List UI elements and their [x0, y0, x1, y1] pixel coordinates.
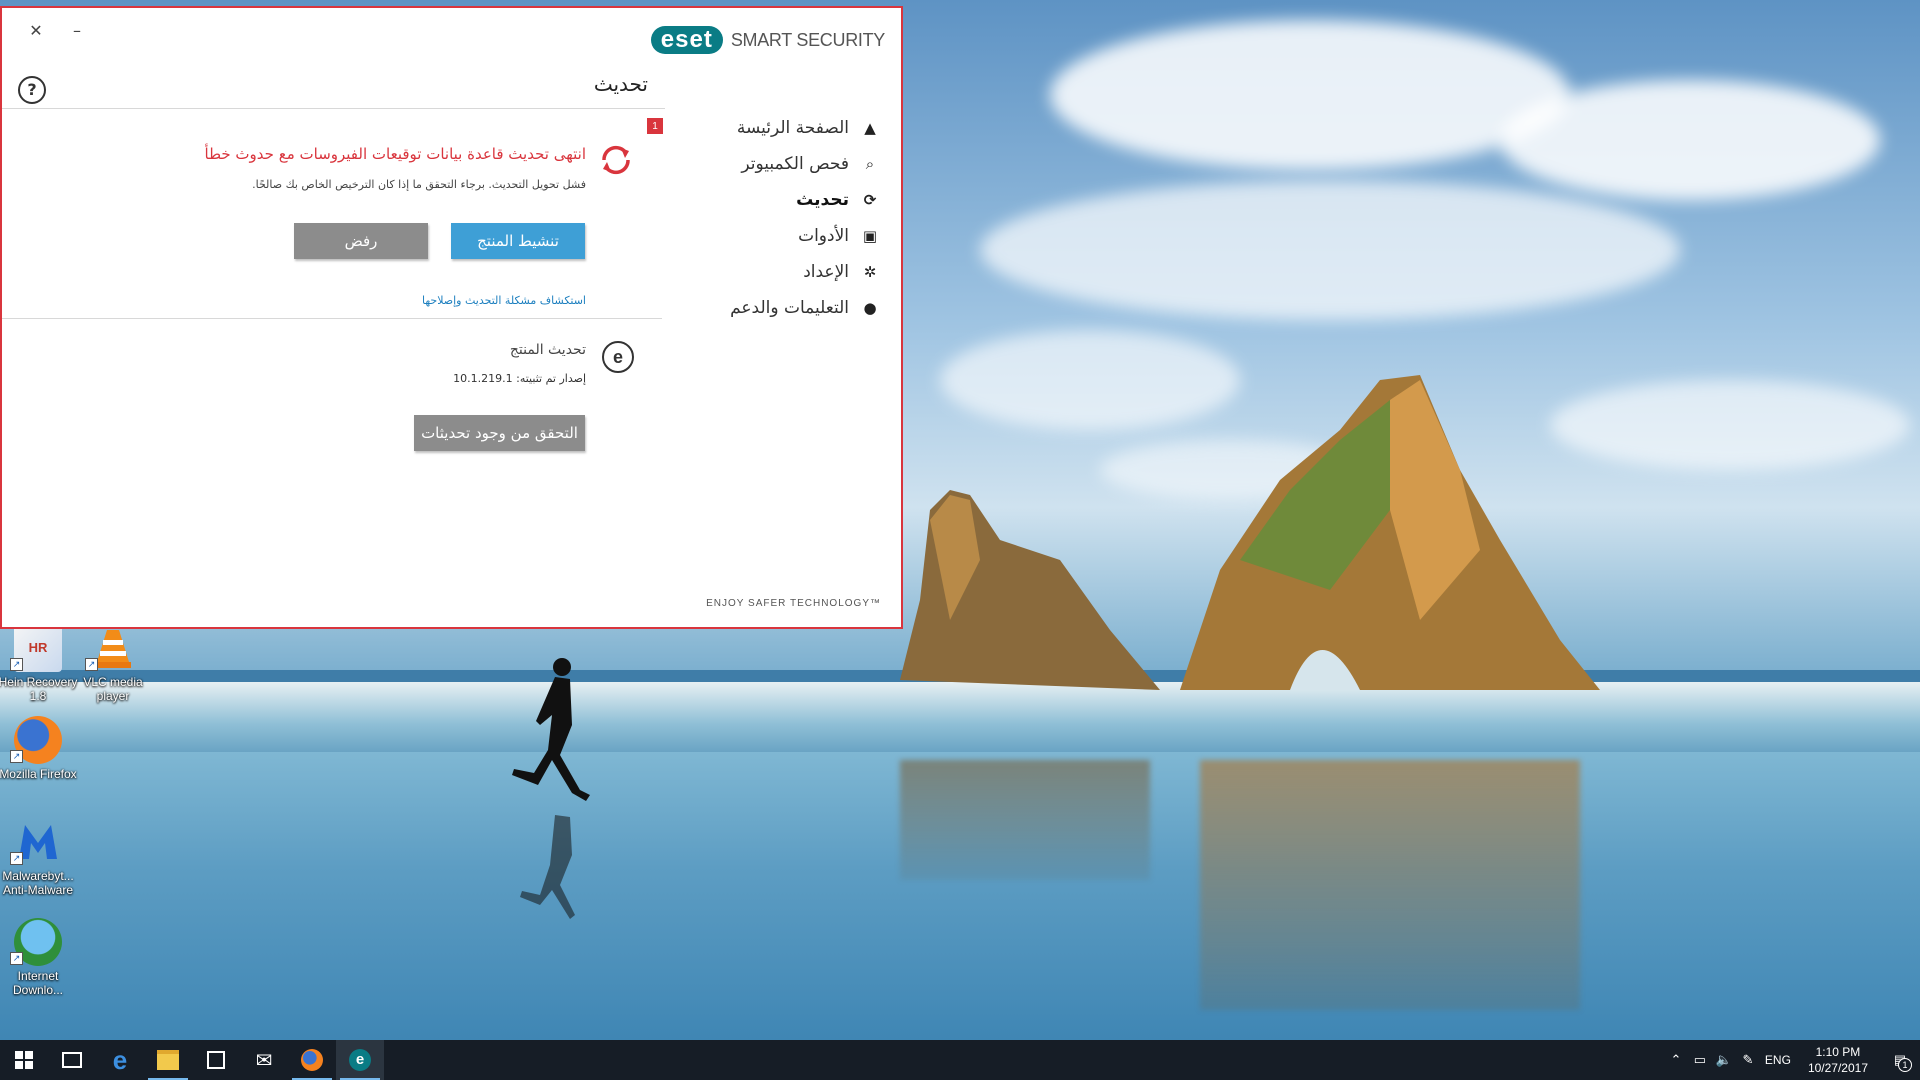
- eset-e-icon: e: [602, 341, 634, 373]
- desktop-icon-hein-recovery[interactable]: HR ↗ Hein Recovery 1.8: [0, 624, 80, 703]
- notification-count: 1: [1898, 1058, 1912, 1072]
- update-error-icon: [602, 145, 630, 175]
- notification-badge: 1: [647, 118, 663, 134]
- page-title: تحديث: [593, 72, 648, 96]
- sidebar-item-update[interactable]: ⟳ تحديث: [669, 182, 879, 218]
- file-explorer-icon: [157, 1050, 179, 1070]
- task-view-icon: [62, 1052, 82, 1068]
- desktop-icon-label: Mozilla Firefox: [0, 767, 77, 781]
- language-indicator[interactable]: ENG: [1760, 1053, 1796, 1067]
- desktop-icon-vlc[interactable]: ↗ VLC media player: [71, 624, 155, 703]
- product-name: SMART SECURITY: [730, 29, 885, 50]
- update-status-message: فشل تحويل التحديث. برجاء التحقق ما إذا ك…: [252, 178, 586, 191]
- taskbar-edge[interactable]: e: [96, 1040, 144, 1080]
- sidebar-item-help-support[interactable]: ● التعليمات والدعم: [669, 290, 879, 326]
- taskbar-mail[interactable]: ✉: [240, 1040, 288, 1080]
- clock-time: 1:10 PM: [1815, 1045, 1861, 1059]
- help-icon[interactable]: ?: [18, 76, 46, 104]
- sidebar-item-label: الصفحة الرئيسة: [736, 118, 849, 138]
- start-button[interactable]: [0, 1040, 48, 1080]
- eset-logo: eset: [650, 26, 723, 54]
- start-icon: [15, 1051, 33, 1069]
- shortcut-arrow-icon: ↗: [10, 852, 23, 865]
- sidebar-item-label: الأدوات: [798, 226, 849, 246]
- shortcut-arrow-icon: ↗: [10, 750, 23, 763]
- desktop-icon-firefox[interactable]: ↗ Mozilla Firefox: [0, 716, 80, 781]
- close-button[interactable]: ✕: [20, 16, 52, 44]
- volume-icon[interactable]: 🔈: [1712, 1052, 1736, 1068]
- sidebar-item-home[interactable]: ▲ الصفحة الرئيسة 1: [647, 110, 879, 146]
- check-updates-button[interactable]: التحقق من وجود تحديثات: [414, 415, 585, 451]
- notification-center-icon[interactable]: ▤1: [1880, 1052, 1920, 1072]
- edge-icon: e: [112, 1044, 128, 1075]
- taskbar: e ✉ e ⌃ ▭ 🔈 ✎ ENG 1:10 PM 10/27/2017 ▤1: [0, 1040, 1920, 1080]
- sidebar-item-label: التعليمات والدعم: [730, 298, 849, 318]
- refresh-icon: ⟳: [863, 191, 877, 209]
- toolbox-icon: ▣: [862, 227, 878, 245]
- clock-date: 10/27/2017: [1807, 1061, 1868, 1075]
- activate-product-button[interactable]: تنشيط المنتج: [451, 223, 585, 259]
- clock[interactable]: 1:10 PM 10/27/2017: [1808, 1044, 1868, 1076]
- desktop-icon-label: Malwarebyt... Anti-Malware: [2, 869, 74, 897]
- search-icon: ⌕: [865, 155, 875, 173]
- sidebar-item-computer-scan[interactable]: ⌕ فحص الكمبيوتر: [669, 146, 879, 182]
- eset-icon: e: [349, 1049, 371, 1071]
- taskbar-store[interactable]: [192, 1040, 240, 1080]
- desktop-icon-malwarebytes[interactable]: ↗ Malwarebyt... Anti-Malware: [0, 818, 80, 897]
- sidebar-item-label: تحديث: [796, 190, 849, 210]
- firefox-icon: [301, 1049, 323, 1071]
- desktop-icon-idm[interactable]: ↗ Internet Downlo...: [0, 918, 80, 997]
- chevron-up-icon[interactable]: ⌃: [1664, 1052, 1688, 1068]
- runner-silhouette: [512, 658, 590, 919]
- taskbar-firefox[interactable]: [288, 1040, 336, 1080]
- sidebar-item-setup[interactable]: ✲ الإعداد: [669, 254, 879, 290]
- mail-icon: ✉: [255, 1048, 273, 1072]
- shortcut-arrow-icon: ↗: [10, 658, 23, 671]
- sidebar-item-label: الإعداد: [803, 262, 849, 282]
- system-tray: ⌃ ▭ 🔈 ✎ ENG 1:10 PM 10/27/2017 ▤1: [1664, 1040, 1920, 1080]
- sidebar-nav: ▲ الصفحة الرئيسة 1 ⌕ فحص الكمبيوتر ⟳ تحد…: [647, 110, 879, 326]
- pen-icon[interactable]: ✎: [1736, 1052, 1760, 1068]
- info-icon: ●: [863, 299, 877, 317]
- shortcut-arrow-icon: ↗: [85, 658, 98, 671]
- desktop-icon-label: Hein Recovery 1.8: [0, 675, 78, 703]
- desktop-icon-label: VLC media player: [83, 675, 143, 703]
- brand-header: eset SMART SECURITY: [650, 26, 885, 54]
- task-view-button[interactable]: [48, 1040, 96, 1080]
- divider: [2, 108, 665, 109]
- divider: [2, 318, 662, 319]
- rock-formation: [900, 375, 1600, 690]
- warning-icon: ▲: [864, 119, 876, 137]
- taskbar-file-explorer[interactable]: [144, 1040, 192, 1080]
- store-icon: [207, 1051, 225, 1069]
- gear-icon: ✲: [863, 263, 877, 281]
- sidebar-item-label: فحص الكمبيوتر: [741, 154, 849, 174]
- shortcut-arrow-icon: ↗: [10, 952, 23, 965]
- product-update-title: تحديث المنتج: [509, 342, 586, 358]
- sidebar-item-tools[interactable]: ▣ الأدوات: [669, 218, 879, 254]
- installed-version: إصدار تم تثبيته: 10.1.219.1: [453, 372, 586, 385]
- desktop-icon-label: Internet Downlo...: [12, 969, 64, 997]
- taskbar-eset[interactable]: e: [336, 1040, 384, 1080]
- network-icon[interactable]: ▭: [1688, 1052, 1712, 1068]
- rock-reflection-small: [900, 760, 1150, 880]
- minimize-button[interactable]: –: [61, 16, 93, 44]
- troubleshoot-link[interactable]: استكشاف مشكلة التحديث وإصلاحها: [422, 294, 586, 307]
- update-status-title: انتهى تحديث قاعدة بيانات توقيعات الفيروس…: [204, 145, 586, 163]
- rock-reflection: [1200, 760, 1580, 1010]
- footer-tagline: ENJOY SAFER TECHNOLOGY™: [706, 598, 881, 609]
- reject-button[interactable]: رفض: [294, 223, 428, 259]
- eset-window: ✕ – eset SMART SECURITY ? تحديث ▲ الصفحة…: [0, 6, 903, 629]
